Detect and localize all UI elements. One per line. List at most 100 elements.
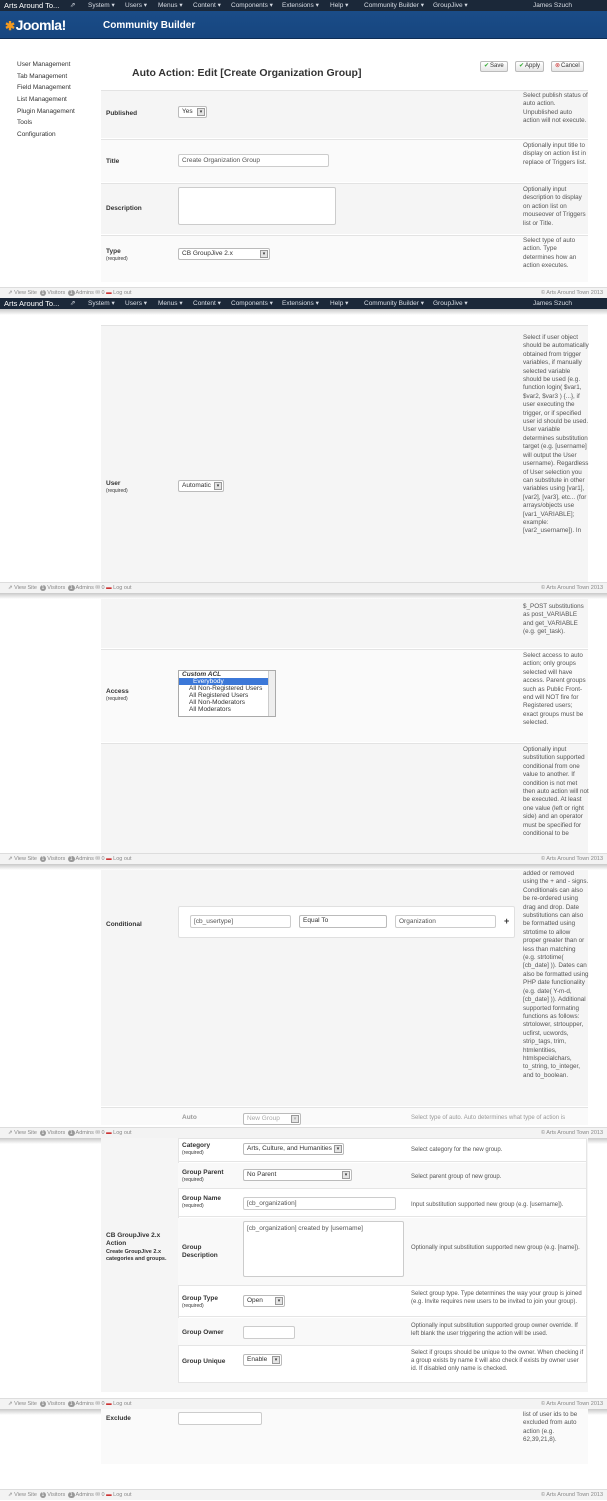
menu-groupjive[interactable]: GroupJive ▾ [433, 0, 468, 11]
cancel-button[interactable]: ⊗Cancel [551, 61, 584, 72]
menu-components[interactable]: Components ▾ [231, 298, 273, 309]
external-link-icon: ⇗ [8, 1130, 13, 1136]
menu-components[interactable]: Components ▾ [231, 0, 273, 11]
view-site-link[interactable]: ⇗ View Site [8, 856, 37, 862]
access-option-group: Custom ACL [182, 671, 222, 678]
view-site-link[interactable]: ⇗ View Site [8, 290, 37, 296]
group-description-label: Group Description [182, 1244, 218, 1259]
form-row-published [101, 90, 588, 138]
menu-menus[interactable]: Menus ▾ [158, 298, 183, 309]
group-name-input[interactable]: [cb_organization] [243, 1197, 396, 1210]
add-condition-button[interactable]: + [504, 916, 509, 926]
logout-link[interactable]: Log out [113, 1492, 131, 1498]
logout-link[interactable]: Log out [113, 290, 131, 296]
access-option[interactable]: Everybody [179, 678, 275, 685]
auto-help: Select type of auto. Auto determines wha… [411, 1115, 566, 1121]
published-label: Published [106, 110, 138, 117]
site-link[interactable]: Arts Around To... [4, 298, 59, 309]
group-type-select[interactable]: Open ▾ [243, 1295, 285, 1307]
sidebar-user-management[interactable]: User Management [17, 61, 70, 68]
title-help: Optionally input title to display on act… [523, 142, 587, 166]
access-option[interactable]: All Non-Registered Users [179, 685, 275, 692]
site-link[interactable]: Arts Around To... [4, 0, 59, 11]
title-input[interactable]: Create Organization Group [178, 154, 329, 167]
published-select[interactable]: Yes ▾ [178, 106, 207, 118]
view-site-link[interactable]: ⇗ View Site [8, 1130, 37, 1136]
status-footer: ⇗ View Site 1 Visitors 1 Admins ✉ 0 ▬ Log … [0, 1127, 607, 1138]
menu-community-builder[interactable]: Community Builder ▾ [364, 0, 424, 11]
access-multiselect[interactable]: Custom ACL Everybody All Non-Registered … [178, 670, 276, 717]
access-option[interactable]: All Moderators [179, 706, 275, 713]
sidebar-tab-management[interactable]: Tab Management [17, 73, 67, 80]
group-owner-input[interactable] [243, 1326, 295, 1339]
description-textarea[interactable] [178, 187, 336, 225]
separator [0, 309, 607, 315]
external-link-icon[interactable]: ⇗ [70, 298, 75, 309]
header: ✱Joomla! Community Builder [0, 11, 607, 39]
menu-extensions[interactable]: Extensions ▾ [282, 298, 319, 309]
user-menu[interactable]: James Szuch [533, 0, 572, 11]
menu-users[interactable]: Users ▾ [125, 298, 147, 309]
messages-icon: ✉ [95, 585, 101, 591]
scrollbar[interactable] [268, 671, 275, 716]
category-select[interactable]: Arts, Culture, and Humanities ▾ [243, 1143, 344, 1155]
menu-system[interactable]: System ▾ [88, 0, 115, 11]
logout-link[interactable]: Log out [113, 856, 131, 862]
logout-link[interactable]: Log out [113, 1130, 131, 1136]
menu-content[interactable]: Content ▾ [193, 0, 221, 11]
user-select[interactable]: Automatic ▾ [178, 480, 224, 492]
access-help: Select access to auto action; only group… [523, 652, 586, 727]
conditional-right-input[interactable]: Organization [395, 915, 496, 928]
joomla-star-icon: ✱ [5, 19, 15, 33]
group-parent-select[interactable]: No Parent ▾ [243, 1169, 352, 1181]
logout-icon: ▬ [106, 1130, 112, 1136]
chevron-down-icon: ▾ [272, 1356, 280, 1364]
conditional-left-input[interactable]: [cb_usertype] [190, 915, 291, 928]
access-option[interactable]: All Registered Users [179, 692, 275, 699]
view-site-link[interactable]: ⇗ View Site [8, 1492, 37, 1498]
save-button[interactable]: ✔Save [480, 61, 508, 72]
conditional-operator-select[interactable]: Equal To [299, 915, 387, 928]
menu-groupjive[interactable]: GroupJive ▾ [433, 298, 468, 309]
group-unique-select[interactable]: Enable ▾ [243, 1354, 282, 1366]
conditional-label: Conditional [106, 921, 142, 928]
external-link-icon[interactable]: ⇗ [70, 0, 75, 11]
sidebar-field-management[interactable]: Field Management [17, 84, 71, 91]
menu-system[interactable]: System ▾ [88, 298, 115, 309]
exclude-label: Exclude [106, 1415, 131, 1422]
cancel-icon: ⊗ [555, 63, 561, 69]
group-name-label: Group Name (required) [182, 1195, 222, 1209]
sidebar-list-management[interactable]: List Management [17, 96, 67, 103]
auto-select[interactable]: New Group ▾ [243, 1113, 301, 1125]
logout-link[interactable]: Log out [113, 1401, 131, 1407]
view-site-link[interactable]: ⇗ View Site [8, 1401, 37, 1407]
form-row-title [101, 139, 588, 182]
status-footer: ⇗ View Site 1 Visitors 1 Admins ✉ 0 ▬ Log … [0, 582, 607, 593]
group-description-textarea[interactable]: [cb_organization] created by [username] [243, 1221, 404, 1277]
sidebar-plugin-management[interactable]: Plugin Management [17, 108, 75, 115]
sidebar-tools[interactable]: Tools [17, 119, 32, 126]
exclude-input[interactable] [178, 1412, 262, 1425]
user-menu[interactable]: James Szuch [533, 298, 572, 309]
menu-help[interactable]: Help ▾ [330, 298, 348, 309]
description-label: Description [106, 205, 142, 212]
view-site-link[interactable]: ⇗ View Site [8, 585, 37, 591]
chevron-down-icon: ▾ [275, 1297, 283, 1305]
menu-community-builder[interactable]: Community Builder ▾ [364, 298, 424, 309]
conditional-help-continued: added or removed using the + and - signs… [523, 870, 589, 1079]
form-row-user [101, 325, 588, 582]
access-option[interactable]: All Non-Moderators [179, 699, 275, 706]
logout-link[interactable]: Log out [113, 585, 131, 591]
menu-extensions[interactable]: Extensions ▾ [282, 0, 319, 11]
group-unique-label: Group Unique [182, 1358, 226, 1365]
apply-button[interactable]: ✔Apply [515, 61, 545, 72]
form-row-user-cont [101, 599, 588, 648]
menu-content[interactable]: Content ▾ [193, 298, 221, 309]
group-parent-help: Select parent group of new group. [411, 1174, 502, 1180]
menu-help[interactable]: Help ▾ [330, 0, 348, 11]
type-select[interactable]: CB GroupJive 2.x ▾ [178, 248, 270, 260]
external-link-icon: ⇗ [8, 290, 13, 296]
menu-menus[interactable]: Menus ▾ [158, 0, 183, 11]
sidebar-configuration[interactable]: Configuration [17, 131, 56, 138]
menu-users[interactable]: Users ▾ [125, 0, 147, 11]
